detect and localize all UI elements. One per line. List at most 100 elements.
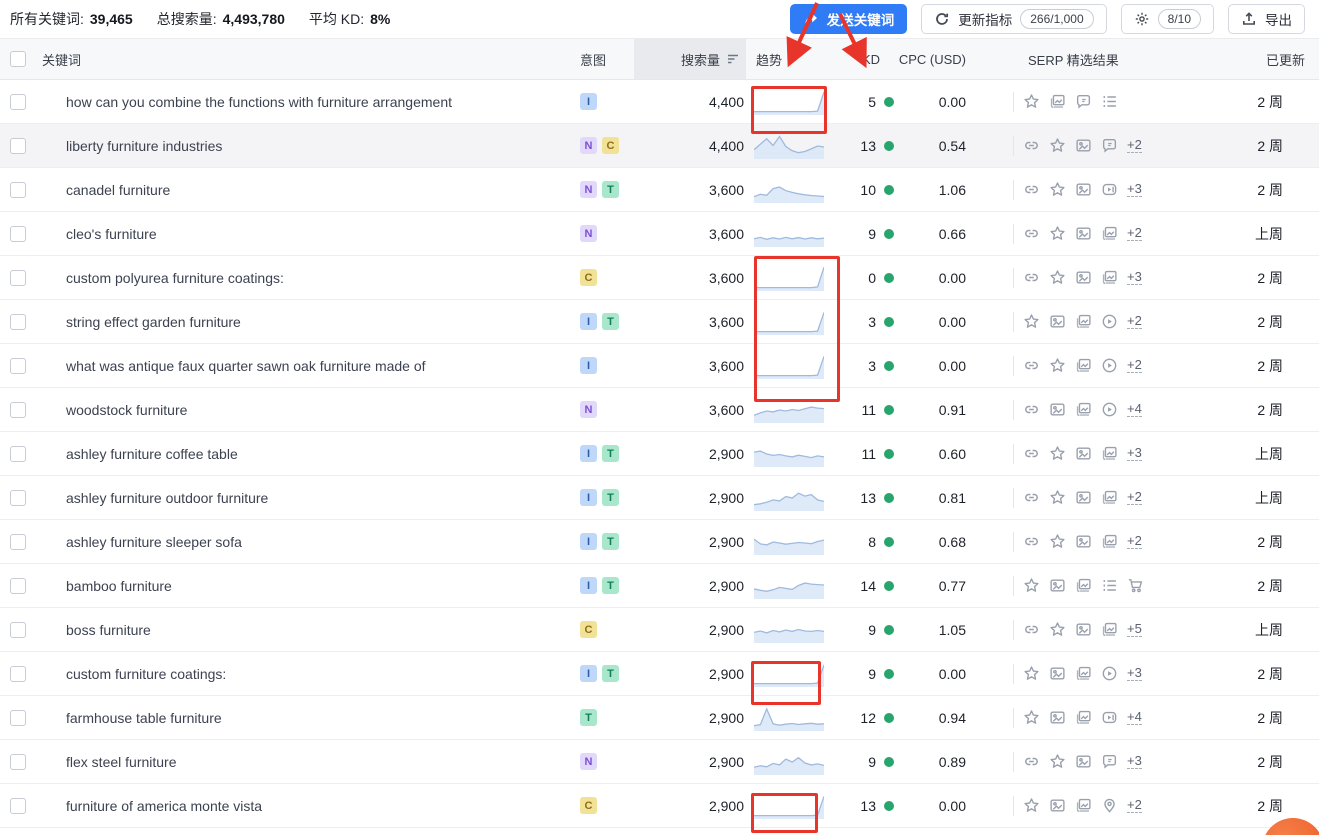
expand-keyword-icon[interactable]: [42, 754, 58, 770]
refresh-metrics-icon[interactable]: [1291, 182, 1306, 197]
keyword-link[interactable]: ashley furniture sleeper sofa: [66, 534, 242, 550]
serp-preview-icon[interactable]: [986, 137, 1004, 155]
keyword-link[interactable]: farmhouse table furniture: [66, 710, 222, 726]
serp-card-icon[interactable]: [234, 666, 249, 681]
serp-more-link[interactable]: +3: [1127, 446, 1142, 461]
expand-keyword-icon[interactable]: [42, 182, 58, 198]
serp-card-icon[interactable]: [230, 710, 245, 725]
row-checkbox[interactable]: [10, 666, 26, 682]
serp-preview-icon[interactable]: [986, 665, 1004, 683]
header-volume[interactable]: 搜索量: [634, 39, 746, 79]
expand-keyword-icon[interactable]: [42, 270, 58, 286]
serp-preview-icon[interactable]: [986, 401, 1004, 419]
refresh-metrics-icon[interactable]: [1291, 358, 1306, 373]
serp-card-icon[interactable]: [230, 138, 245, 153]
serp-card-icon[interactable]: [460, 94, 475, 109]
expand-keyword-icon[interactable]: [42, 138, 58, 154]
serp-preview-icon[interactable]: [986, 753, 1004, 771]
row-checkbox[interactable]: [10, 622, 26, 638]
keyword-link[interactable]: canadel furniture: [66, 182, 170, 198]
keyword-link[interactable]: bamboo furniture: [66, 578, 172, 594]
refresh-metrics-icon[interactable]: [1291, 138, 1306, 153]
refresh-metrics-icon[interactable]: [1291, 446, 1306, 461]
keyword-link[interactable]: how can you combine the functions with f…: [66, 94, 452, 110]
expand-keyword-icon[interactable]: [42, 94, 58, 110]
serp-card-icon[interactable]: [185, 754, 200, 769]
serp-more-link[interactable]: +3: [1127, 754, 1142, 769]
serp-more-link[interactable]: +3: [1127, 270, 1142, 285]
expand-keyword-icon[interactable]: [42, 622, 58, 638]
row-checkbox[interactable]: [10, 314, 26, 330]
serp-preview-icon[interactable]: [986, 445, 1004, 463]
serp-card-icon[interactable]: [165, 226, 180, 241]
keyword-link[interactable]: string effect garden furniture: [66, 314, 241, 330]
serp-preview-icon[interactable]: [986, 533, 1004, 551]
serp-more-link[interactable]: +2: [1127, 534, 1142, 549]
refresh-metrics-icon[interactable]: [1291, 226, 1306, 241]
serp-more-link[interactable]: +2: [1127, 138, 1142, 153]
serp-preview-icon[interactable]: [986, 357, 1004, 375]
serp-more-link[interactable]: +2: [1127, 490, 1142, 505]
refresh-metrics-icon[interactable]: [1291, 402, 1306, 417]
expand-keyword-icon[interactable]: [42, 578, 58, 594]
serp-preview-icon[interactable]: [986, 269, 1004, 287]
settings-button[interactable]: 8/10: [1121, 4, 1214, 34]
send-keywords-button[interactable]: 发送关键词: [790, 4, 908, 34]
serp-card-icon[interactable]: [249, 314, 264, 329]
keyword-link[interactable]: what was antique faux quarter sawn oak f…: [66, 358, 426, 374]
serp-more-link[interactable]: +4: [1127, 710, 1142, 725]
serp-more-link[interactable]: +2: [1127, 226, 1142, 241]
row-checkbox[interactable]: [10, 754, 26, 770]
row-checkbox[interactable]: [10, 94, 26, 110]
row-checkbox[interactable]: [10, 578, 26, 594]
row-checkbox[interactable]: [10, 490, 26, 506]
serp-card-icon[interactable]: [292, 270, 307, 285]
serp-preview-icon[interactable]: [986, 709, 1004, 727]
refresh-metrics-icon[interactable]: [1291, 710, 1306, 725]
refresh-metrics-icon[interactable]: [1291, 94, 1306, 109]
expand-keyword-icon[interactable]: [42, 402, 58, 418]
keyword-link[interactable]: flex steel furniture: [66, 754, 177, 770]
row-checkbox[interactable]: [10, 446, 26, 462]
serp-more-link[interactable]: +5: [1127, 622, 1142, 637]
row-checkbox[interactable]: [10, 270, 26, 286]
serp-more-link[interactable]: +3: [1127, 666, 1142, 681]
row-checkbox[interactable]: [10, 710, 26, 726]
serp-preview-icon[interactable]: [986, 313, 1004, 331]
keyword-link[interactable]: furniture of america monte vista: [66, 798, 262, 814]
keyword-link[interactable]: ashley furniture outdoor furniture: [66, 490, 268, 506]
expand-keyword-icon[interactable]: [42, 446, 58, 462]
expand-keyword-icon[interactable]: [42, 226, 58, 242]
serp-card-icon[interactable]: [270, 798, 285, 813]
row-checkbox[interactable]: [10, 534, 26, 550]
serp-card-icon[interactable]: [180, 578, 195, 593]
serp-more-link[interactable]: +2: [1127, 358, 1142, 373]
refresh-metrics-icon[interactable]: [1291, 534, 1306, 549]
keyword-link[interactable]: liberty furniture industries: [66, 138, 222, 154]
serp-preview-icon[interactable]: [986, 621, 1004, 639]
serp-card-icon[interactable]: [246, 446, 261, 461]
serp-more-link[interactable]: +2: [1127, 798, 1142, 813]
serp-preview-icon[interactable]: [986, 489, 1004, 507]
refresh-metrics-icon[interactable]: [1291, 798, 1306, 813]
row-checkbox[interactable]: [10, 358, 26, 374]
serp-card-icon[interactable]: [178, 182, 193, 197]
serp-more-link[interactable]: +4: [1127, 402, 1142, 417]
keyword-link[interactable]: cleo's furniture: [66, 226, 157, 242]
serp-preview-icon[interactable]: [986, 577, 1004, 595]
keyword-link[interactable]: ashley furniture coffee table: [66, 446, 238, 462]
keyword-link[interactable]: custom furniture coatings:: [66, 666, 226, 682]
expand-keyword-icon[interactable]: [42, 798, 58, 814]
refresh-metrics-icon[interactable]: [1291, 270, 1306, 285]
select-all-checkbox[interactable]: [10, 51, 26, 67]
serp-more-link[interactable]: +2: [1127, 314, 1142, 329]
serp-preview-icon[interactable]: [986, 225, 1004, 243]
serp-card-icon[interactable]: [159, 622, 174, 637]
refresh-metrics-icon[interactable]: [1291, 666, 1306, 681]
serp-preview-icon[interactable]: [986, 93, 1004, 111]
row-checkbox[interactable]: [10, 402, 26, 418]
export-button[interactable]: 导出: [1228, 4, 1305, 34]
expand-keyword-icon[interactable]: [42, 666, 58, 682]
serp-more-link[interactable]: +3: [1127, 182, 1142, 197]
refresh-metrics-icon[interactable]: [1291, 622, 1306, 637]
